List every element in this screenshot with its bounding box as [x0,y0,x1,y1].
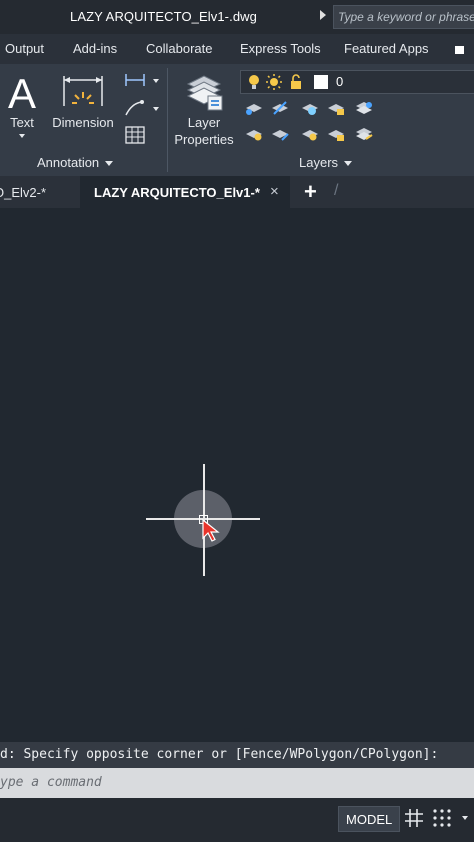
panel-divider [167,68,168,172]
tab-separator: / [334,182,339,199]
text-a-icon: A [8,70,36,112]
layer-match-icon[interactable] [270,126,290,142]
current-layer-value: 0 [336,74,344,89]
unlock-icon [291,74,301,89]
layers-expand-icon [344,161,353,167]
dimension-tool-button[interactable]: Dimension [48,68,118,130]
model-space-button[interactable]: MODEL [338,806,400,832]
snap-mode-icon[interactable] [432,808,452,828]
close-tab-icon[interactable]: × [270,183,279,200]
text-tool-button[interactable]: A Text [2,68,42,148]
layer-properties-icon [186,75,223,111]
search-placeholder: Type a keyword or phrase [338,10,474,24]
tab-add-ins[interactable]: Add-ins [73,41,117,56]
text-dropdown-icon[interactable] [19,134,25,138]
layer-properties-label-1: Layer [187,115,221,130]
dimension-icon [63,76,103,106]
tab-express-tools[interactable]: Express Tools [240,41,321,56]
command-placeholder: ype a command [0,775,102,790]
leader-dropdown-icon[interactable] [153,107,159,111]
title-bar: LAZY ARQUITECTO_Elv1-.dwg Type a keyword… [0,0,474,34]
file-tab-bar: O_Elv2-* LAZY ARQUITECTO_Elv1-* × + / [0,176,474,208]
layer-unlock-icon[interactable] [326,126,346,142]
active-file-tab-label: LAZY ARQUITECTO_Elv1-* [94,185,260,200]
tab-featured-apps[interactable]: Featured Apps [344,41,429,56]
text-tool-label: Text [10,115,34,130]
file-tab-elv2[interactable]: O_Elv2-* [0,185,46,200]
layer-lock-icon[interactable] [326,100,346,116]
table-icon[interactable] [125,126,145,144]
svg-text:A: A [8,70,36,112]
annotation-title-text: Annotation [37,155,100,170]
linear-dropdown-icon[interactable] [153,79,159,83]
title-arrow-icon[interactable] [320,10,326,20]
file-tab-elv1-active[interactable]: LAZY ARQUITECTO_Elv1-* [80,176,290,208]
model-label: MODEL [346,812,393,827]
sun-icon [266,74,282,90]
annotation-panel-title[interactable]: Annotation [37,155,114,170]
ribbon-panels: A Text Dimension Annotation Layer Proper… [0,64,474,176]
layer-freeze-icon[interactable] [300,100,320,116]
snap-dropdown-icon[interactable] [462,816,468,820]
command-history: d: Specify opposite corner or [Fence/WPo… [0,742,474,768]
new-tab-icon[interactable]: + [304,179,317,205]
layer-on-icon[interactable] [244,126,264,142]
drawing-canvas[interactable] [0,208,474,742]
command-history-text: d: Specify opposite corner or [Fence/WPo… [0,747,439,762]
search-box[interactable]: Type a keyword or phrase [333,5,474,29]
layer-properties-label-2: Properties [174,132,234,147]
lightbulb-icon [249,75,259,89]
layers-panel-title[interactable]: Layers [299,155,353,170]
layer-color-swatch [314,75,328,89]
document-title: LAZY ARQUITECTO_Elv1-.dwg [70,9,257,24]
ribbon-tab-bar: Output Add-ins Collaborate Express Tools… [0,34,474,64]
layer-properties-button[interactable]: Layer Properties [172,68,236,148]
leader-icon[interactable] [124,99,146,117]
command-input[interactable]: ype a command [0,768,474,798]
tab-collaborate[interactable]: Collaborate [146,41,213,56]
tab-output[interactable]: Output [5,41,44,56]
grid-icon[interactable] [404,808,424,828]
mouse-pointer-icon [202,518,220,542]
layer-isolate-icon[interactable] [244,100,264,116]
tab-overflow-icon[interactable] [455,46,464,54]
layer-dropdown[interactable]: 0 [240,70,474,94]
dimension-tool-label: Dimension [52,115,114,130]
status-bar: MODEL [0,798,474,842]
linear-dimension-icon[interactable] [124,72,146,88]
layer-merge-icon[interactable] [354,126,374,142]
layer-thaw-icon[interactable] [300,126,320,142]
layer-stack-icon[interactable] [354,100,374,116]
layer-unisolate-icon[interactable] [270,100,290,116]
layers-title-text: Layers [299,155,339,170]
annotation-expand-icon [105,161,114,167]
